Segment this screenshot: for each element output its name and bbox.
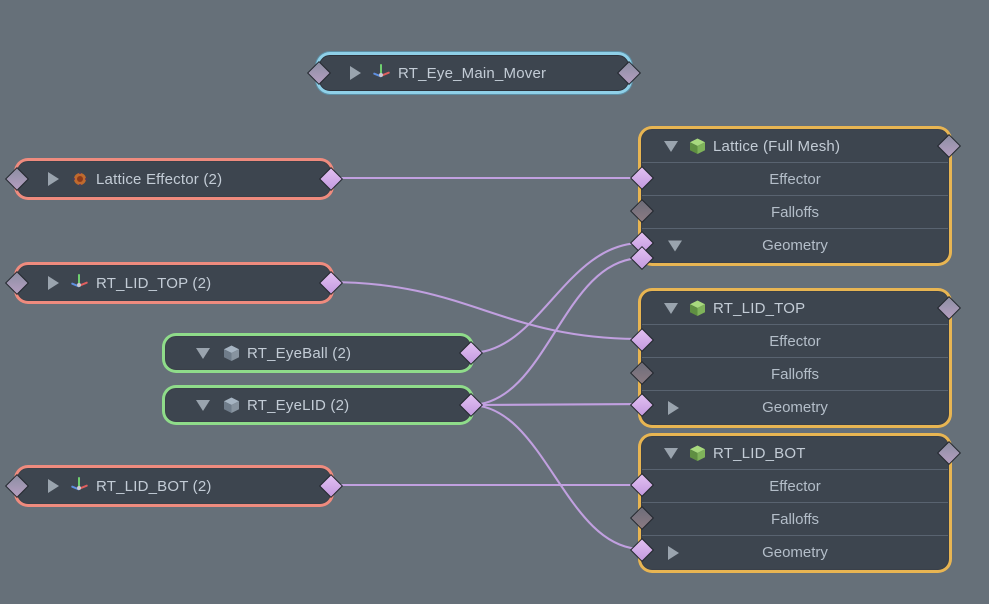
node-rt-lid-bot[interactable]: RT_LID_BOT (2): [4, 465, 344, 507]
panel-row-effector[interactable]: Effector: [642, 163, 948, 196]
node-label: RT_LID_TOP (2): [96, 274, 212, 292]
panel-row-label: Effector: [769, 332, 821, 350]
panel-row-label: Effector: [769, 170, 821, 188]
node-rt-eyeball[interactable]: RT_EyeBall (2): [162, 333, 484, 373]
expander-expanded-icon[interactable]: [196, 399, 210, 411]
panel-row-geometry[interactable]: Geometry: [642, 391, 948, 424]
expander-collapsed-icon[interactable]: [350, 66, 361, 80]
panel-row-label: Geometry: [762, 237, 828, 254]
cube-gray-icon: [220, 342, 242, 364]
panel-row-effector[interactable]: Effector: [642, 470, 948, 503]
wire-eyelid-lidbot-geometry: [469, 403, 643, 551]
node-label: RT_Eye_Main_Mover: [398, 64, 547, 82]
panel-row-geometry[interactable]: Geometry: [642, 536, 948, 569]
panel-row-label: Falloffs: [770, 510, 820, 528]
panel-title: Lattice (Full Mesh): [713, 137, 841, 155]
axis-gizmo-icon: [371, 62, 393, 84]
node-lattice-effector[interactable]: Lattice Effector (2): [4, 158, 344, 200]
axis-gizmo-icon: [69, 475, 91, 497]
node-label: RT_EyeLID (2): [247, 396, 350, 414]
expander-collapsed-icon[interactable]: [48, 276, 59, 290]
expander-expanded-icon[interactable]: [664, 302, 678, 314]
wire-eyelid-lattice-geometry: [469, 256, 643, 407]
panel-row-falloffs[interactable]: Falloffs: [642, 503, 948, 536]
cube-green-icon: [686, 442, 708, 464]
node-graph-canvas[interactable]: RT_Eye_Main_Mover Lattice Effector (2) R…: [0, 0, 989, 604]
expander-collapsed-icon[interactable]: [668, 400, 679, 415]
node-label: Lattice Effector (2): [96, 170, 223, 188]
effector-icon: [69, 168, 91, 190]
cube-green-icon: [686, 297, 708, 319]
node-rt-eye-main-mover[interactable]: RT_Eye_Main_Mover: [306, 52, 642, 94]
panel-rt-lid-bot[interactable]: RT_LID_BOT Effector Falloffs Geometry: [629, 433, 962, 573]
panel-row-falloffs[interactable]: Falloffs: [642, 358, 948, 391]
panel-row-label: Falloffs: [770, 365, 820, 383]
expander-expanded-icon[interactable]: [664, 140, 678, 152]
panel-row-geometry[interactable]: Geometry: [642, 229, 948, 262]
expander-expanded-icon[interactable]: [664, 447, 678, 459]
expander-collapsed-icon[interactable]: [668, 545, 679, 560]
expander-expanded-icon[interactable]: [196, 347, 210, 359]
cube-green-icon: [686, 135, 708, 157]
cube-gray-icon: [220, 394, 242, 416]
expander-collapsed-icon[interactable]: [48, 172, 59, 186]
panel-row-label: Geometry: [762, 544, 828, 561]
expander-collapsed-icon[interactable]: [48, 479, 59, 493]
expander-expanded-icon[interactable]: [668, 240, 682, 251]
panel-row-effector[interactable]: Effector: [642, 325, 948, 358]
wire-lidtop-effector: [327, 280, 643, 341]
panel-title: RT_LID_TOP: [713, 299, 806, 317]
axis-gizmo-icon: [69, 272, 91, 294]
panel-title: RT_LID_BOT: [713, 444, 806, 462]
node-label: RT_EyeBall (2): [247, 344, 352, 362]
panel-row-label: Effector: [769, 477, 821, 495]
panel-lattice-full-mesh[interactable]: Lattice (Full Mesh) Effector Falloffs Ge…: [629, 126, 962, 271]
wire-eyeball-geometry: [469, 241, 643, 355]
panel-row-label: Geometry: [762, 399, 828, 416]
panel-row-label: Falloffs: [770, 203, 820, 221]
wire-eyelid-lidtop-geometry: [469, 402, 643, 407]
panel-rt-lid-top[interactable]: RT_LID_TOP Effector Falloffs Geometry: [629, 288, 962, 428]
node-label: RT_LID_BOT (2): [96, 477, 212, 495]
node-rt-eyelid[interactable]: RT_EyeLID (2): [162, 385, 484, 425]
panel-row-falloffs[interactable]: Falloffs: [642, 196, 948, 229]
node-rt-lid-top[interactable]: RT_LID_TOP (2): [4, 262, 344, 304]
